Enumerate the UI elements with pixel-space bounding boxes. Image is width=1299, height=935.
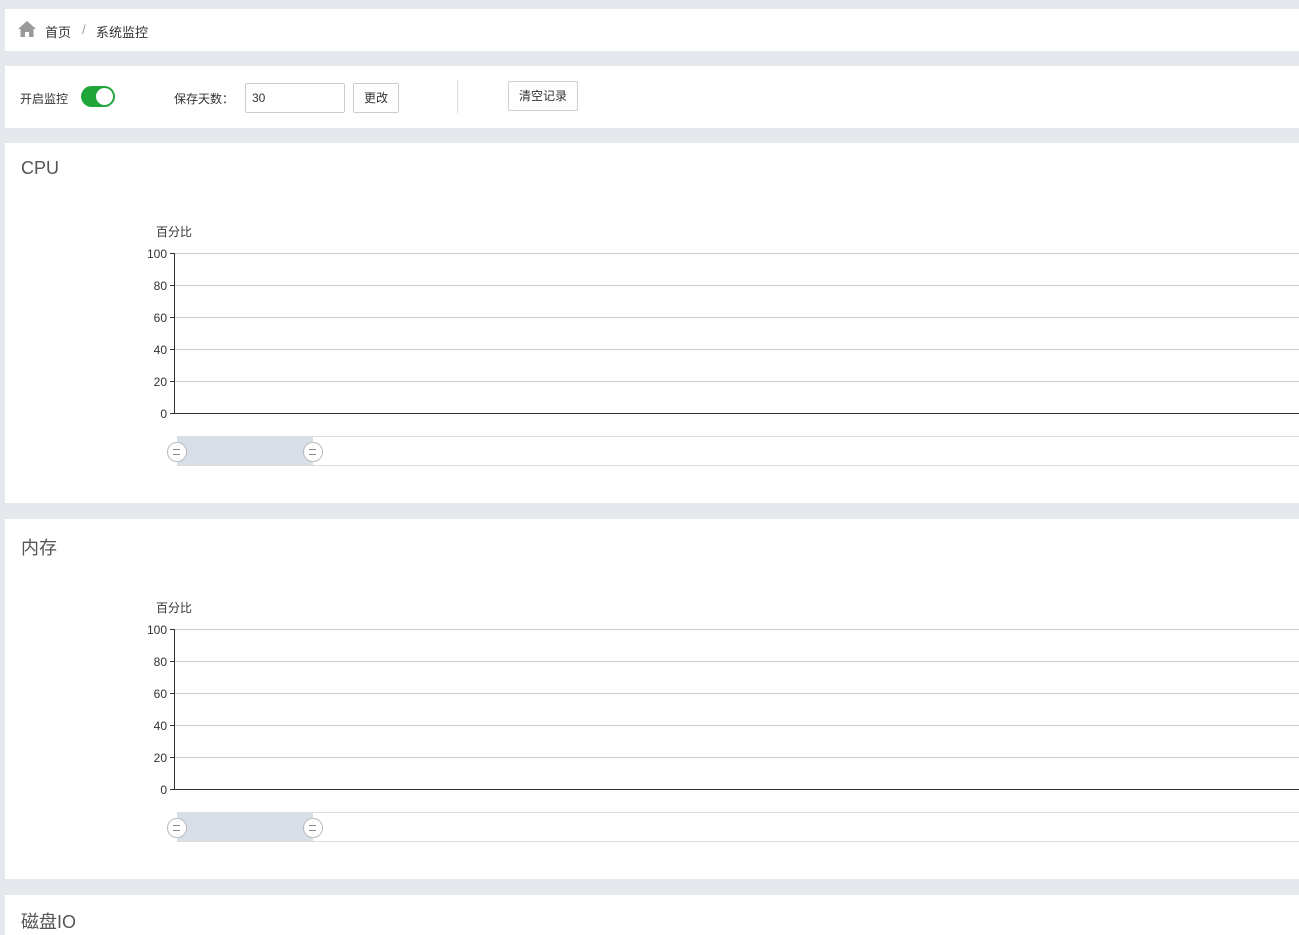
monitor-toolbar: 开启监控 保存天数： 更改 清空记录 (5, 66, 1299, 128)
toggle-knob (96, 88, 113, 105)
clear-records-button[interactable]: 清空记录 (508, 81, 578, 111)
cpu-y-tick-label: 40 (154, 343, 168, 357)
disk-io-chart-panel: 磁盘IO (5, 895, 1299, 935)
cpu-chart-panel: CPU 百分比 100 80 60 40 20 0 (5, 143, 1299, 503)
breadcrumb-home-link[interactable]: 首页 (45, 22, 71, 41)
memory-chart: 百分比 100 80 60 40 20 0 (5, 519, 1299, 879)
memory-chart-panel: 内存 百分比 100 80 60 40 20 0 (5, 519, 1299, 879)
disk-io-chart-title: 磁盘IO (21, 908, 76, 934)
memory-y-tick-label: 100 (147, 623, 167, 637)
memory-y-tick-label: 20 (154, 751, 168, 765)
zoom-selected-range[interactable] (177, 437, 313, 465)
monitor-toggle-label: 开启监控 (20, 90, 68, 107)
cpu-chart: 百分比 100 80 60 40 20 0 (5, 143, 1299, 503)
cpu-y-tick-label: 20 (154, 375, 168, 389)
zoom-handle-left[interactable] (168, 443, 187, 462)
memory-y-tick-label: 60 (154, 687, 168, 701)
home-icon[interactable] (17, 20, 37, 38)
zoom-selected-range[interactable] (177, 813, 313, 841)
change-days-button[interactable]: 更改 (353, 83, 399, 113)
memory-datazoom-slider[interactable] (168, 813, 1299, 842)
cpu-datazoom-slider[interactable] (168, 437, 1299, 466)
memory-y-axis-label: 百分比 (156, 601, 192, 615)
memory-grid (174, 630, 1299, 758)
memory-y-tick-label: 40 (154, 719, 168, 733)
zoom-handle-left[interactable] (168, 819, 187, 838)
cpu-y-tick-label: 60 (154, 311, 168, 325)
breadcrumb-current: 系统监控 (96, 22, 148, 41)
breadcrumb-separator: / (82, 22, 86, 37)
toolbar-divider (457, 80, 458, 113)
zoom-handle-right[interactable] (304, 819, 323, 838)
save-days-input[interactable] (245, 83, 345, 113)
monitor-toggle[interactable] (81, 86, 115, 107)
cpu-y-axis-label: 百分比 (156, 225, 192, 239)
memory-y-tick-label: 80 (154, 655, 168, 669)
breadcrumb: 首页 / 系统监控 (5, 9, 1299, 51)
zoom-handle-right[interactable] (304, 443, 323, 462)
memory-y-ticks (170, 630, 174, 790)
cpu-y-tick-label: 100 (147, 247, 167, 261)
cpu-y-tick-label: 80 (154, 279, 168, 293)
cpu-y-ticks (170, 254, 174, 414)
cpu-grid (174, 254, 1299, 382)
cpu-y-tick-label: 0 (160, 407, 167, 421)
save-days-label: 保存天数： (174, 90, 234, 107)
memory-y-tick-label: 0 (160, 783, 167, 797)
